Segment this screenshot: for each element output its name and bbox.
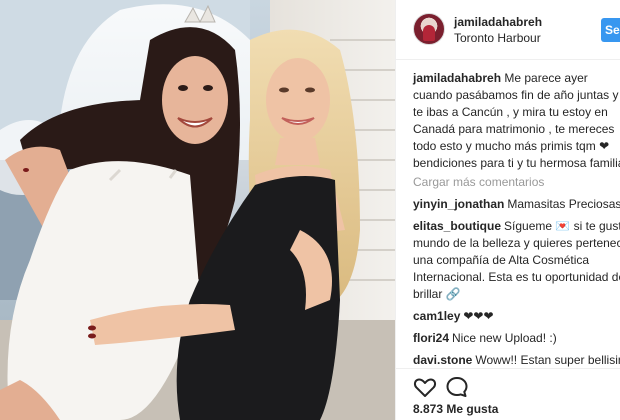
comment-item: davi.stoneWoww!! Estan super bellisimas — [413, 352, 620, 369]
comment-text: Nice new Upload! :) — [452, 331, 557, 345]
comment-item: elitas_boutiqueSígueme 💌 si te gusta el … — [413, 218, 620, 303]
post-header: jamiladahabreh Toronto Harbour Seguir — [396, 0, 620, 60]
post-photo[interactable] — [0, 0, 395, 420]
load-more-comments-link[interactable]: Cargar más comentarios — [413, 174, 620, 191]
post-author-username[interactable]: jamiladahabreh — [454, 15, 542, 29]
comment-username[interactable]: yinyin_jonathan — [413, 197, 504, 211]
post-caption: jamiladahabreh Me parece ayer cuando pas… — [413, 70, 620, 172]
post-sidebar: jamiladahabreh Toronto Harbour Seguir ja… — [395, 0, 620, 420]
comment-text: Woww!! Estan super bellisimas — [475, 353, 620, 367]
comments-list: jamiladahabreh Me parece ayer cuando pas… — [413, 70, 620, 369]
caption-text: Me parece ayer cuando pasábamos fin de a… — [413, 71, 620, 170]
comment-text: ❤❤❤ — [463, 309, 494, 323]
post-location[interactable]: Toronto Harbour — [454, 31, 541, 45]
post-actions-bar: 8.873 Me gusta — [396, 368, 620, 420]
heart-icon[interactable] — [413, 375, 437, 399]
comment-text: Mamasitas Preciosas 😘❤ — [507, 197, 620, 211]
comment-item: cam1ley ❤❤❤ — [413, 308, 620, 325]
likes-count[interactable]: 8.873 Me gusta — [413, 402, 498, 416]
comment-icon[interactable] — [445, 375, 469, 399]
comment-username[interactable]: flori24 — [413, 331, 449, 345]
follow-button[interactable]: Seguir — [601, 18, 620, 42]
comment-username[interactable]: cam1ley — [413, 309, 460, 323]
post-photo-image — [0, 0, 395, 420]
comment-username[interactable]: elitas_boutique — [413, 219, 501, 233]
comment-item: flori24 Nice new Upload! :) — [413, 330, 620, 347]
caption-username[interactable]: jamiladahabreh — [413, 71, 501, 85]
comment-username[interactable]: davi.stone — [413, 353, 472, 367]
avatar[interactable] — [413, 13, 445, 45]
comment-item: yinyin_jonathanMamasitas Preciosas 😘❤ — [413, 196, 620, 213]
